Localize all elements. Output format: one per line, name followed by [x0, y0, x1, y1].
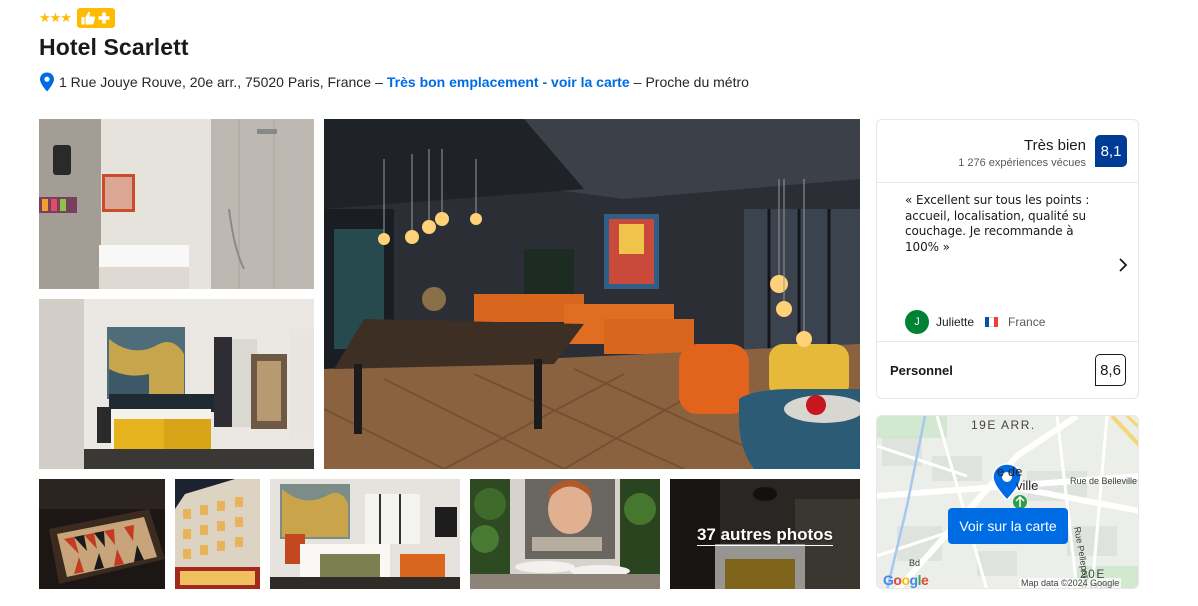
address-separator-2: –	[633, 74, 642, 90]
photo-breakfast-room[interactable]	[470, 479, 660, 589]
hotel-address: 1 Rue Jouye Rouve, 20e arr., 75020 Paris…	[59, 74, 372, 90]
map-place-label-2: ville	[1016, 478, 1039, 493]
review-count: 1 276 expériences vécues	[958, 157, 1086, 169]
france-flag-icon	[985, 317, 999, 327]
category-score-row: Personnel 8,6	[877, 341, 1138, 399]
map-street-label-3: Bd	[909, 558, 921, 568]
address-row: 1 Rue Jouye Rouve, 20e arr., 75020 Paris…	[39, 72, 749, 92]
chevron-right-icon[interactable]	[1117, 257, 1129, 273]
score-word: Très bien	[1024, 137, 1086, 154]
photo-backgammon[interactable]	[39, 479, 165, 589]
photo-twin-room[interactable]	[39, 299, 314, 469]
category-label: Personnel	[890, 363, 953, 378]
google-logo: Google	[883, 572, 929, 588]
photo-more-photos[interactable]: 37 autres photos	[670, 479, 860, 589]
location-pin-icon	[40, 72, 54, 92]
photo-lobby-lounge[interactable]	[324, 119, 860, 469]
preferred-partner-badge[interactable]	[76, 8, 115, 28]
photo-bathroom[interactable]	[39, 119, 314, 289]
plus-icon	[98, 12, 110, 24]
map-data-attribution: Map data ©2024 Google	[1019, 578, 1122, 588]
reviewer: J Juliette France	[905, 310, 1045, 334]
more-photos-label: 37 autres photos	[696, 525, 834, 546]
star-rating-icons: ★★★	[39, 10, 72, 25]
map-preview[interactable]: 19E ARR. e de ville Rue de Belleville Ru…	[876, 415, 1139, 589]
map-place-label: e de	[997, 464, 1023, 479]
reviewer-country: France	[1008, 315, 1046, 329]
score-header[interactable]: Très bien 1 276 expériences vécues 8,1	[877, 120, 1138, 183]
location-note: Proche du métro	[645, 74, 749, 90]
review-score-card: Très bien 1 276 expériences vécues 8,1 «…	[876, 119, 1139, 399]
show-on-map-button[interactable]: Voir sur la carte	[948, 508, 1068, 544]
photo-facade-night[interactable]	[175, 479, 260, 589]
map-street-label: Rue de Belleville	[1070, 476, 1138, 486]
thumbs-up-icon	[81, 11, 96, 25]
reviewer-name: Juliette	[936, 315, 975, 329]
avatar: J	[905, 310, 929, 334]
address-separator: –	[375, 74, 383, 90]
rating-row: ★★★	[39, 8, 115, 28]
hotel-title: Hotel Scarlett	[39, 34, 189, 60]
show-map-link[interactable]: Très bon emplacement - voir la carte	[387, 74, 630, 90]
review-quote: « Excellent sur tous les points : accuei…	[905, 193, 1090, 254]
category-score-badge: 8,6	[1095, 354, 1126, 386]
photo-double-room[interactable]	[270, 479, 460, 589]
map-district-label: 19E ARR.	[971, 418, 1036, 432]
review-score-badge: 8,1	[1095, 135, 1127, 167]
